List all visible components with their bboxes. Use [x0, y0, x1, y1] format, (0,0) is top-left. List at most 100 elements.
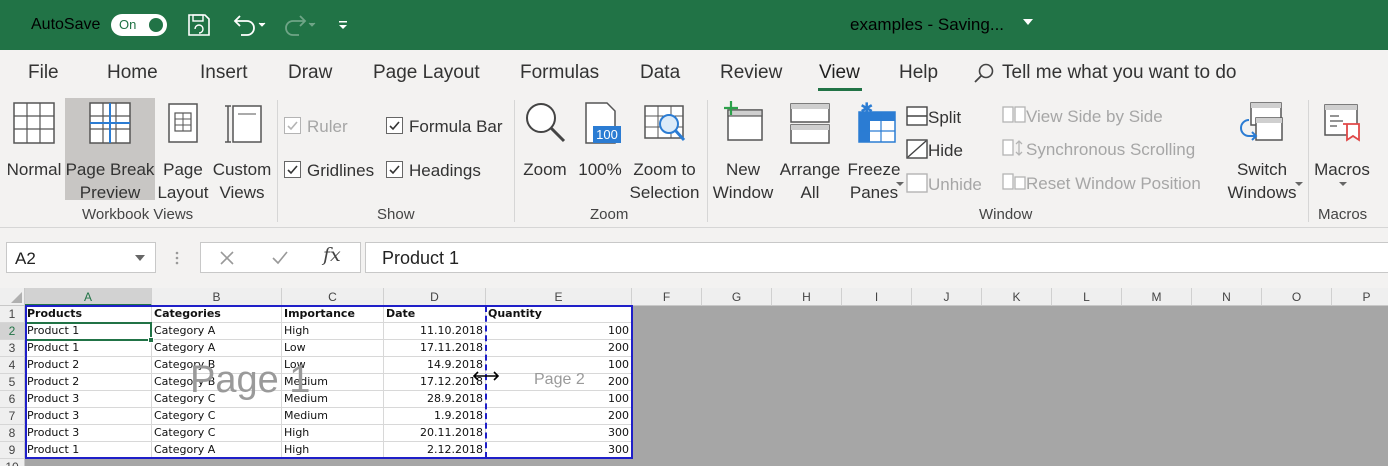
row-header-10[interactable]: 10 [0, 459, 25, 466]
freeze-panes-dropdown-icon[interactable] [895, 180, 905, 188]
row-header-1[interactable]: 1 [0, 306, 25, 323]
name-box-dropdown-icon[interactable] [134, 253, 146, 263]
enter-check-icon[interactable] [270, 249, 290, 267]
column-header-e[interactable]: E [486, 288, 632, 306]
gridlines-check-icon [284, 161, 301, 178]
switch-windows-label-1: Switch [1236, 160, 1288, 179]
tab-draw[interactable]: Draw [288, 62, 332, 84]
row-header-3[interactable]: 3 [0, 340, 25, 357]
new-window-label-1: New [725, 160, 760, 179]
zoom-group-label: Zoom [590, 206, 629, 223]
zoom-100-icon: 100 [585, 102, 621, 144]
row-header-6[interactable]: 6 [0, 391, 25, 408]
undo-icon[interactable] [230, 12, 268, 38]
view-side-by-side-button[interactable]: View Side by Side [1002, 105, 1163, 127]
column-header-b[interactable]: B [152, 288, 282, 306]
tab-help[interactable]: Help [899, 62, 938, 84]
new-window-icon [724, 101, 763, 141]
custom-views-button[interactable]: Custom Views [210, 98, 274, 202]
cancel-icon[interactable] [218, 249, 236, 267]
column-header-d[interactable]: D [384, 288, 486, 306]
row-header-2[interactable]: 2 [0, 323, 25, 340]
headings-check-icon [386, 161, 403, 178]
split-button[interactable]: Split [906, 105, 961, 128]
snowflake-icon: ✱ [860, 100, 873, 118]
unhide-button[interactable]: Unhide [906, 172, 982, 195]
arrange-all-label-2: All [800, 183, 820, 202]
unhide-label: Unhide [928, 175, 982, 194]
row-header-4[interactable]: 4 [0, 357, 25, 374]
gridlines-checkbox[interactable]: Gridlines [284, 161, 374, 181]
page-break-preview-button[interactable]: Page Break Preview [65, 98, 155, 202]
hide-label: Hide [928, 141, 963, 160]
tell-me-search[interactable]: Tell me what you want to do [1002, 62, 1236, 84]
tab-insert[interactable]: Insert [200, 62, 248, 84]
tab-formulas[interactable]: Formulas [520, 62, 599, 84]
autosave-toggle[interactable]: On [111, 14, 167, 36]
column-header-f[interactable]: F [632, 288, 702, 306]
formula-bar-checkbox[interactable]: Formula Bar [386, 117, 503, 137]
ruler-checkbox[interactable]: Ruler [284, 117, 348, 137]
tab-data[interactable]: Data [640, 62, 680, 84]
column-header-a[interactable]: A [25, 288, 152, 306]
new-window-label-2: Window [712, 183, 774, 202]
zoom-to-selection-button[interactable]: Zoom to Selection [627, 98, 702, 202]
column-header-j[interactable]: J [912, 288, 982, 306]
tab-review[interactable]: Review [720, 62, 782, 84]
zoom-label: Zoom [523, 160, 567, 179]
redo-icon[interactable] [280, 12, 318, 38]
tab-home[interactable]: Home [107, 62, 158, 84]
new-window-button[interactable]: New Window [710, 98, 776, 202]
formula-input[interactable]: Product 1 [365, 242, 1388, 273]
zoom-button[interactable]: Zoom [518, 98, 572, 200]
custom-views-icon [225, 105, 262, 143]
column-header-n[interactable]: N [1192, 288, 1262, 306]
row-header-9[interactable]: 9 [0, 442, 25, 459]
column-header-l[interactable]: L [1052, 288, 1122, 306]
tab-file[interactable]: File [28, 62, 59, 84]
macros-dropdown-icon[interactable] [1338, 180, 1348, 188]
page-2-watermark: Page 2 [534, 371, 585, 388]
arrange-all-label-1: Arrange [779, 160, 841, 179]
zoom-magnifier-icon [526, 103, 566, 143]
reset-window-position-button[interactable]: Reset Window Position [1002, 172, 1201, 194]
arrange-all-button[interactable]: Arrange All [777, 98, 843, 202]
column-header-o[interactable]: O [1262, 288, 1332, 306]
synchronous-scrolling-label: Synchronous Scrolling [1026, 140, 1196, 159]
synchronous-scrolling-button[interactable]: Synchronous Scrolling [1002, 138, 1195, 160]
insert-function-button[interactable]: fx [323, 244, 341, 266]
title-dropdown-icon[interactable] [1022, 17, 1034, 27]
formula-value: Product 1 [382, 248, 460, 268]
zoom-to-label-2: Selection [629, 183, 700, 202]
normal-view-button[interactable]: Normal [3, 98, 65, 200]
formula-bar-resize-icon[interactable] [174, 250, 180, 266]
column-header-c[interactable]: C [282, 288, 384, 306]
hide-button[interactable]: Hide [906, 138, 963, 161]
column-header-i[interactable]: I [842, 288, 912, 306]
workbook-views-group-label: Workbook Views [82, 206, 194, 223]
save-icon[interactable] [186, 12, 212, 38]
column-header-g[interactable]: G [702, 288, 772, 306]
freeze-panes-label-1: Freeze [847, 160, 901, 179]
column-header-k[interactable]: K [982, 288, 1052, 306]
synchronous-scrolling-icon [1002, 139, 1023, 156]
arrange-all-icon [790, 103, 830, 144]
column-header-m[interactable]: M [1122, 288, 1192, 306]
macros-group-label: Macros [1318, 206, 1368, 223]
row-header-5[interactable]: 5 [0, 374, 25, 391]
switch-windows-dropdown-icon[interactable] [1294, 180, 1304, 188]
row-header-7[interactable]: 7 [0, 408, 25, 425]
toggle-knob-icon [149, 18, 163, 32]
page-layout-view-button[interactable]: Page Layout [157, 98, 209, 202]
document-title[interactable]: examples - Saving... [850, 15, 1004, 35]
column-header-h[interactable]: H [772, 288, 842, 306]
tab-view[interactable]: View [819, 62, 860, 84]
row-header-8[interactable]: 8 [0, 425, 25, 442]
zoom-100-button[interactable]: 100 100% [574, 98, 626, 200]
select-all-button[interactable] [0, 288, 25, 306]
customize-toolbar-icon[interactable] [336, 12, 350, 38]
tab-page-layout[interactable]: Page Layout [373, 62, 480, 84]
macros-icon [1324, 104, 1360, 142]
headings-checkbox[interactable]: Headings [386, 161, 481, 181]
column-header-p[interactable]: P [1332, 288, 1388, 306]
